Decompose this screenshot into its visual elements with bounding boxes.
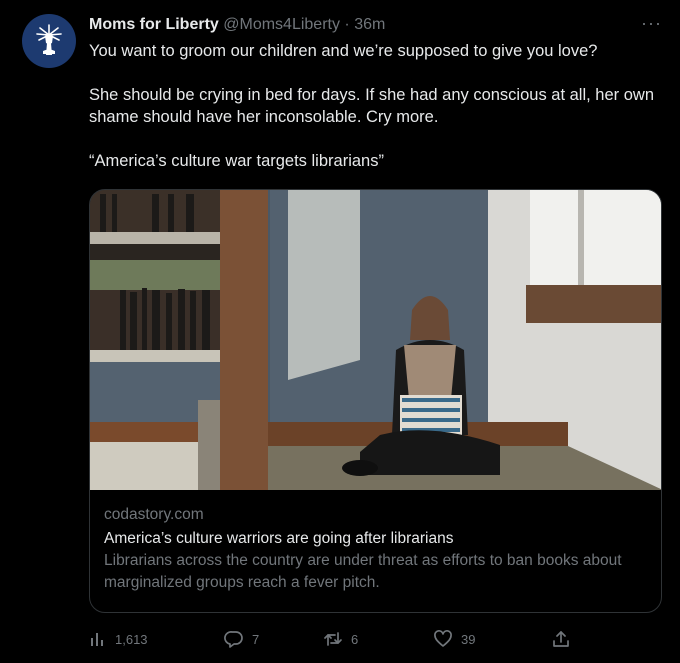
analytics-icon (91, 633, 103, 646)
like-count: 39 (461, 631, 476, 647)
views-button[interactable]: 1,613 (89, 630, 148, 648)
card-title[interactable]: America’s culture warriors are going aft… (104, 528, 647, 550)
reply-icon (224, 631, 243, 648)
reply-button[interactable]: 7 (224, 629, 259, 649)
like-button[interactable]: 39 (433, 629, 475, 649)
link-card[interactable]: codastory.com America’s culture warriors… (89, 189, 662, 613)
action-bar: 1,613 7 6 39 (89, 626, 649, 652)
retweet-icon (324, 632, 342, 646)
tweet-paragraph: “America’s culture war targets librarian… (89, 152, 384, 170)
separator: · (344, 16, 350, 33)
card-description: Librarians across the country are under … (104, 552, 622, 591)
card-meta: codastory.com America’s culture warriors… (90, 490, 661, 594)
tweet-text: You want to groom our children and we’re… (89, 40, 659, 172)
share-icon (553, 631, 569, 647)
user-handle[interactable]: @Moms4Liberty (223, 16, 340, 33)
share-button[interactable] (551, 629, 571, 649)
retweet-count: 6 (351, 631, 359, 647)
card-image (90, 190, 661, 490)
views-count: 1,613 (115, 631, 148, 647)
avatar[interactable] (22, 14, 76, 68)
heart-icon (434, 630, 452, 647)
reply-count: 7 (252, 631, 260, 647)
tweet-paragraph: You want to groom our children and we’re… (89, 42, 598, 60)
retweet-button[interactable]: 6 (323, 629, 358, 649)
card-domain: codastory.com (104, 506, 204, 523)
more-horizontal-icon[interactable]: ··· (641, 14, 662, 32)
display-name[interactable]: Moms for Liberty (89, 16, 219, 33)
tweet-header: Moms for Liberty @Moms4Liberty · 36m (89, 14, 650, 36)
liberty-torch-logo (36, 24, 62, 55)
tweet-paragraph: She should be crying in bed for days. If… (89, 86, 655, 126)
timestamp[interactable]: 36m (354, 16, 385, 33)
tweet[interactable]: Moms for Liberty @Moms4Liberty · 36m ···… (0, 0, 680, 663)
